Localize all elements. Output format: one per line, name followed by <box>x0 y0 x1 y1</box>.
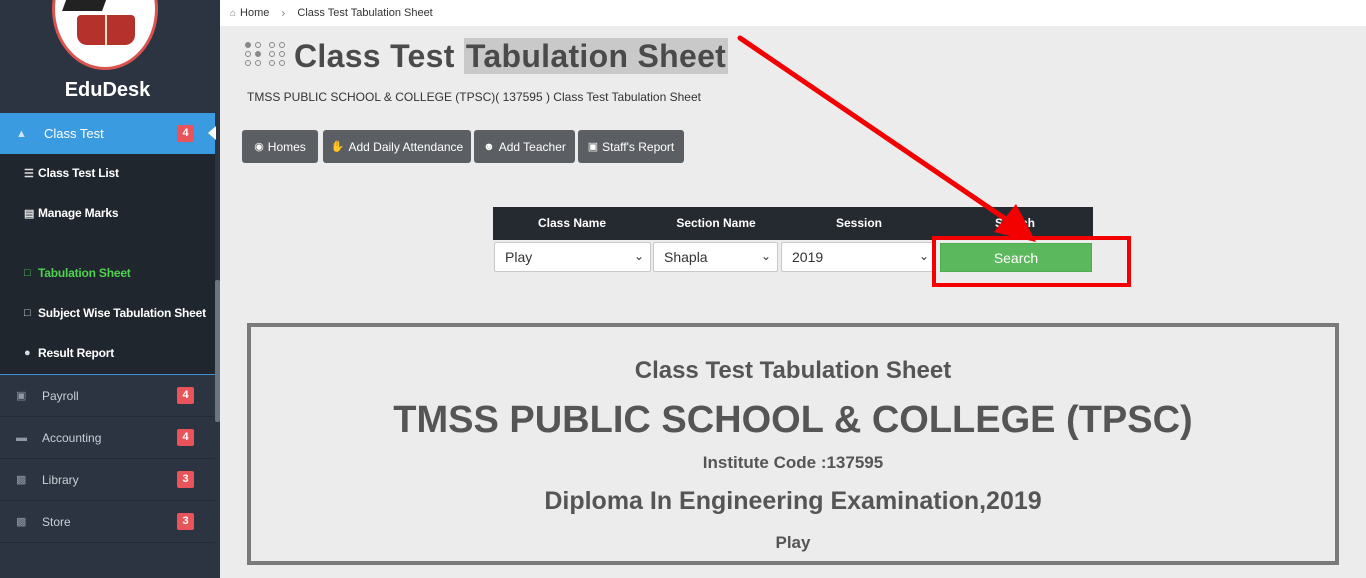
briefcase-icon: ▬ <box>16 431 27 444</box>
page-subtitle: TMSS PUBLIC SCHOOL & COLLEGE (TPSC)( 137… <box>247 90 701 104</box>
contact-card-icon: ▣ <box>587 141 599 153</box>
sidebar-item-library[interactable]: ▩ Library 3 <box>0 459 215 501</box>
sidebar-item-label: Store <box>42 514 71 529</box>
count-badge: 4 <box>177 387 194 404</box>
money-icon: ▣ <box>16 390 27 402</box>
selected-value: Shapla <box>664 249 708 265</box>
count-badge: 3 <box>177 471 194 488</box>
count-badge: 4 <box>177 429 194 446</box>
sidebar-item-label: Payroll <box>42 388 79 403</box>
count-badge: 3 <box>177 513 194 530</box>
report-heading: Class Test Tabulation Sheet <box>634 357 952 384</box>
logo-badge <box>52 0 158 70</box>
header-class-name: Class Name <box>537 216 607 230</box>
selected-value: 2019 <box>792 249 824 265</box>
submenu-label: Result Report <box>38 346 115 360</box>
book-icon: ▩ <box>16 516 27 528</box>
submenu-label: Subject Wise Tabulation Sheet <box>38 306 206 320</box>
file-icon: □ <box>24 307 31 319</box>
submenu-label: Manage Marks <box>38 206 119 220</box>
sidebar-item-label: Library <box>42 472 79 487</box>
submenu-label: Tabulation Sheet <box>38 266 131 280</box>
page-title-highlight: Tabulation Sheet <box>463 38 729 74</box>
brand-name: EduDesk <box>64 79 151 101</box>
report-school-name: TMSS PUBLIC SCHOOL & COLLEGE (TPSC) <box>393 399 1193 441</box>
header-section-name: Section Name <box>676 216 756 230</box>
sidebar-item-label: Accounting <box>42 430 102 445</box>
sidebar-item-store[interactable]: ▩ Store 3 <box>0 501 215 543</box>
report-institute-code: Institute Code :137595 <box>702 453 884 472</box>
breadcrumb-current: Class Test Tabulation Sheet <box>297 7 433 19</box>
report-exam-name: Diploma In Engineering Examination,2019 <box>544 487 1042 515</box>
staffs-report-button[interactable]: ▣ Staff's Report <box>578 130 684 163</box>
sidebar-item-label: Class Test <box>44 126 104 141</box>
selected-value: Play <box>505 249 533 265</box>
page-title: Class Test Tabulation Sheet <box>294 38 729 75</box>
session-select[interactable]: 2019 ⌄ <box>781 242 936 272</box>
sidebar-item-class-test[interactable]: ▲ Class Test 4 <box>0 113 216 154</box>
page-title-prefix: Class Test <box>294 38 464 74</box>
list-icon: ☰ <box>24 167 34 180</box>
circle-icon: ● <box>24 347 31 359</box>
breadcrumb: ⌂ Home › Class Test Tabulation Sheet <box>220 0 1366 26</box>
sidebar-scrollbar[interactable] <box>215 280 220 422</box>
submenu-item-result-report[interactable]: ● Result Report <box>24 346 114 360</box>
user-icon: ☻ <box>483 140 495 153</box>
document-icon: ▤ <box>24 207 35 220</box>
chevron-down-icon: ⌄ <box>918 249 929 263</box>
sidebar-item-accounting[interactable]: ▬ Accounting 4 <box>0 417 215 459</box>
annotation-highlight-box <box>932 236 1131 287</box>
graduation-cap-icon: ▲ <box>16 127 27 140</box>
sidebar: EduDesk ▲ Class Test 4 ☰ Class Test List… <box>0 0 220 578</box>
class-name-select[interactable]: Play ⌄ <box>494 242 651 272</box>
count-badge: 4 <box>177 125 194 142</box>
button-label: Add Daily Attendance <box>348 139 464 154</box>
submenu-item-manage-marks[interactable]: ▤ Manage Marks <box>24 206 119 220</box>
header-session: Session <box>835 216 883 230</box>
chevron-down-icon: ⌄ <box>760 249 771 263</box>
book-icon: ▩ <box>16 474 27 486</box>
submenu-label: Class Test List <box>38 166 119 180</box>
add-teacher-button[interactable]: ☻ Add Teacher <box>474 130 575 163</box>
button-label: Homes <box>267 139 306 154</box>
submenu-item-tabulation-sheet[interactable]: □ Tabulation Sheet <box>24 266 131 280</box>
dashboard-icon: ◉ <box>254 141 264 153</box>
section-name-select[interactable]: Shapla ⌄ <box>653 242 778 272</box>
graduation-cap-icon <box>62 0 108 11</box>
button-label: Add Teacher <box>498 139 566 154</box>
chevron-right-icon: › <box>281 6 286 20</box>
breadcrumb-home[interactable]: Home <box>240 7 269 19</box>
active-caret-icon <box>208 126 216 140</box>
book-icon <box>77 15 135 45</box>
class-test-submenu: ☰ Class Test List ▤ Manage Marks □ Tabul… <box>0 154 215 375</box>
sidebar-item-payroll[interactable]: ▣ Payroll 4 <box>0 375 215 417</box>
submenu-item-subject-wise-tabulation-sheet[interactable]: □ Subject Wise Tabulation Sheet <box>24 306 206 320</box>
braille-icon <box>245 42 287 68</box>
hand-icon: ✋ <box>330 141 345 153</box>
home-icon[interactable]: ⌂ <box>230 8 236 19</box>
add-daily-attendance-button[interactable]: ✋ Add Daily Attendance <box>323 130 471 163</box>
submenu-item-class-test-list[interactable]: ☰ Class Test List <box>24 166 119 180</box>
logo[interactable] <box>50 0 160 70</box>
chevron-down-icon: ⌄ <box>633 249 644 263</box>
report-class: Play <box>775 533 811 552</box>
homes-button[interactable]: ◉ Homes <box>242 130 318 163</box>
button-label: Staff's Report <box>602 139 675 154</box>
tabulation-report: Class Test Tabulation Sheet TMSS PUBLIC … <box>247 323 1339 565</box>
file-icon: □ <box>24 267 31 279</box>
